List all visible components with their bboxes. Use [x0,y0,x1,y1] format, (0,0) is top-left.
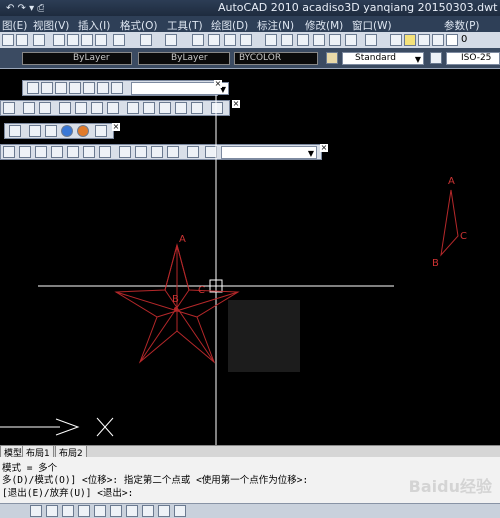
otrack-icon[interactable] [110,505,122,517]
watermark-logo: Baidu经验 [408,477,492,496]
star-label-a: A [179,234,186,245]
status-bar [0,503,500,518]
command-history-line: 多(D)/模式(O)] <位移>: 指定第二个点或 <使用第一个点作为位移>: [2,475,309,486]
triangle-label-a: A [448,176,455,187]
drawing-canvas[interactable] [0,0,500,517]
ortho-icon[interactable] [62,505,74,517]
qp-icon[interactable] [174,505,186,517]
rollover-tooltip [228,300,300,372]
command-prompt-line[interactable]: [退出(E)/放弃(U)] <退出>: [2,485,133,499]
red-triangle[interactable] [440,189,459,257]
snap-icon[interactable] [30,505,42,517]
ducs-icon[interactable] [126,505,138,517]
triangle-label-c: C [460,231,467,242]
polar-icon[interactable] [78,505,90,517]
dyn-icon[interactable] [142,505,154,517]
star-center-point [174,307,178,311]
star-label-c: C [198,285,205,296]
lwt-icon[interactable] [158,505,170,517]
ucs-axis-icon [0,417,114,437]
osnap-icon[interactable] [94,505,106,517]
grid-icon[interactable] [46,505,58,517]
star-label-b: B [172,294,179,305]
triangle-label-b: B [432,258,439,269]
